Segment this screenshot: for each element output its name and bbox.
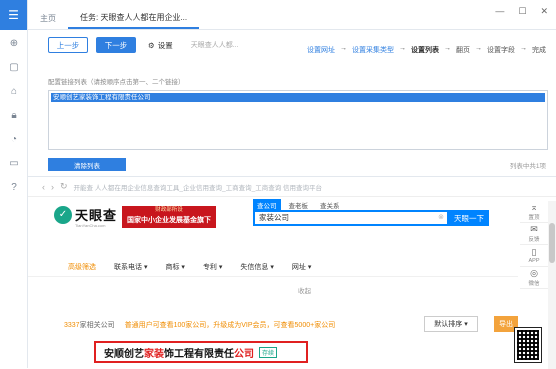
back-icon[interactable]: ‹ xyxy=(42,182,45,192)
company-result-link[interactable]: 安顺创艺家装饰工程有限责任公司 存续 xyxy=(94,341,308,363)
list-item[interactable]: 安顺创艺家装饰工程有限责任公司 xyxy=(51,93,545,102)
link-list-box[interactable]: 安顺创艺家装饰工程有限责任公司 xyxy=(48,90,548,150)
pin-button[interactable]: ⌅ 置顶 xyxy=(520,201,548,223)
menu-icon[interactable]: ☰ xyxy=(0,0,27,30)
filter-advanced[interactable]: 高级筛选 xyxy=(68,262,96,272)
tab-task[interactable]: 任务: 天眼查人人都在用企业... xyxy=(68,7,200,29)
window-controls: — ☐ ✕ xyxy=(495,6,548,17)
result-text: 家相关公司 xyxy=(79,322,115,329)
site-header: ✓ 天眼查 TianYanCha.com 财政部所设 国家中小企业发展基金旗下 … xyxy=(28,197,556,241)
filter-patent[interactable]: 专利 ▾ xyxy=(203,262,222,272)
right-toolbar: ⌅ 置顶 ✉ 反馈 ▯ APP ◎ 微信 xyxy=(520,201,548,289)
filter-dishonest[interactable]: 失信信息 ▾ xyxy=(240,262,273,272)
scrollbar-thumb[interactable] xyxy=(549,223,555,263)
step-set-url[interactable]: 设置网址 xyxy=(307,45,335,55)
search-input[interactable]: 家装公司 ⊗ xyxy=(253,210,449,226)
filter-bar: 高级筛选 联系电话 ▾ 商标 ▾ 专利 ▾ 失信信息 ▾ 网址 ▾ xyxy=(28,257,518,277)
qr-code xyxy=(514,327,542,363)
feedback-button[interactable]: ✉ 反馈 xyxy=(520,223,548,245)
maximize-icon[interactable]: ☐ xyxy=(518,6,526,17)
left-sidebar: ☰ ⊕ ▢ ⌂ 🔒︎ ◔ ▭ ? xyxy=(0,0,28,368)
step-breadcrumb: 设置网址 → 设置采集类型 → 设置列表 → 翻页 → 设置字段 → 完成 xyxy=(307,45,546,55)
settings-button[interactable]: ⚙ 设置 xyxy=(148,40,173,51)
close-icon[interactable]: ✕ xyxy=(540,6,548,17)
list-hint: 配置链接列表（请按顺序点击第一、二个链接） xyxy=(48,79,185,86)
wechat-button[interactable]: ◎ 微信 xyxy=(520,267,548,289)
task-name-field[interactable]: 天眼查人人都... xyxy=(191,40,269,50)
clear-list-button[interactable]: 清除列表 xyxy=(48,158,126,171)
banner-top: 财政部所设 xyxy=(155,207,183,213)
search-button[interactable]: 天眼一下 xyxy=(449,210,489,226)
fund-banner[interactable]: 财政部所设 国家中小企业发展基金旗下 xyxy=(122,206,216,228)
banner-main: 国家中小企业发展基金旗下 xyxy=(127,217,211,224)
url-bar: ‹ › ↻ 开能查 人人都在用企业信息查询工具_企业信用查询_工商查询_工商查询… xyxy=(28,177,556,197)
step-set-type[interactable]: 设置采集类型 xyxy=(352,45,394,55)
result-count: 3337 xyxy=(64,322,80,329)
filter-trademark[interactable]: 商标 ▾ xyxy=(165,262,184,272)
forward-icon[interactable]: › xyxy=(51,182,54,192)
help-icon[interactable]: ? xyxy=(0,176,28,198)
clear-icon[interactable]: ⊗ xyxy=(438,212,444,224)
logo-mark-icon: ✓ xyxy=(54,205,72,224)
list-count: 列表中共1项 xyxy=(509,163,546,170)
filter-website[interactable]: 网址 ▾ xyxy=(292,262,311,272)
refresh-icon[interactable]: ↻ xyxy=(60,181,68,192)
logo-name: 天眼查 xyxy=(75,208,118,223)
prev-step-button[interactable]: 上一步 xyxy=(48,37,88,53)
filter-phone[interactable]: 联系电话 ▾ xyxy=(114,262,147,272)
scrollbar[interactable] xyxy=(548,201,556,369)
tab-home[interactable]: 主页 xyxy=(28,7,68,29)
step-finish[interactable]: 完成 xyxy=(532,45,546,55)
minimize-icon[interactable]: — xyxy=(495,6,504,17)
box-icon[interactable]: ⌂ xyxy=(0,80,28,102)
sort-select[interactable]: 默认排序 ▾ xyxy=(424,316,478,332)
home-icon[interactable]: ⊕ xyxy=(0,32,28,54)
logo-sub: TianYanCha.com xyxy=(75,223,106,228)
lock-icon[interactable]: 🔒︎ xyxy=(0,104,28,126)
pin-icon: ⌅ xyxy=(530,202,538,212)
wechat-icon: ◎ xyxy=(530,268,538,278)
app-button[interactable]: ▯ APP xyxy=(520,245,548,267)
tab-bar: 主页 任务: 天眼查人人都在用企业... — ☐ ✕ xyxy=(28,0,556,30)
company-name: 安顺创艺家装饰工程有限责任公司 xyxy=(104,348,254,360)
settings-label: 设置 xyxy=(157,40,173,50)
chat-icon[interactable]: ▭ xyxy=(0,152,28,174)
clock-icon[interactable]: ◔ xyxy=(0,128,28,150)
file-icon[interactable]: ▢ xyxy=(0,56,28,78)
url-text[interactable]: 开能查 人人都在用企业信息查询工具_企业信用查询_工商查询_工商查询 信用查询平… xyxy=(74,182,322,192)
step-set-list[interactable]: 设置列表 xyxy=(411,45,439,55)
step-set-fields[interactable]: 设置字段 xyxy=(487,45,515,55)
collapse-link[interactable]: 收起 xyxy=(298,285,311,295)
step-pagination[interactable]: 翻页 xyxy=(456,45,470,55)
next-step-button[interactable]: 下一步 xyxy=(96,37,136,53)
status-badge: 存续 xyxy=(259,346,278,358)
embedded-browser: ‹ › ↻ 开能查 人人都在用企业信息查询工具_企业信用查询_工商查询_工商查询… xyxy=(28,176,556,369)
feedback-icon: ✉ xyxy=(530,224,538,234)
vip-note[interactable]: 普通用户可查看100家公司，升级成为VIP会员，可查看5000+家公司 xyxy=(125,320,336,330)
gear-icon: ⚙ xyxy=(148,40,155,50)
tianyancha-logo[interactable]: ✓ 天眼查 TianYanCha.com xyxy=(54,205,118,228)
app-icon: ▯ xyxy=(531,247,537,257)
search-value: 家装公司 xyxy=(259,213,289,222)
